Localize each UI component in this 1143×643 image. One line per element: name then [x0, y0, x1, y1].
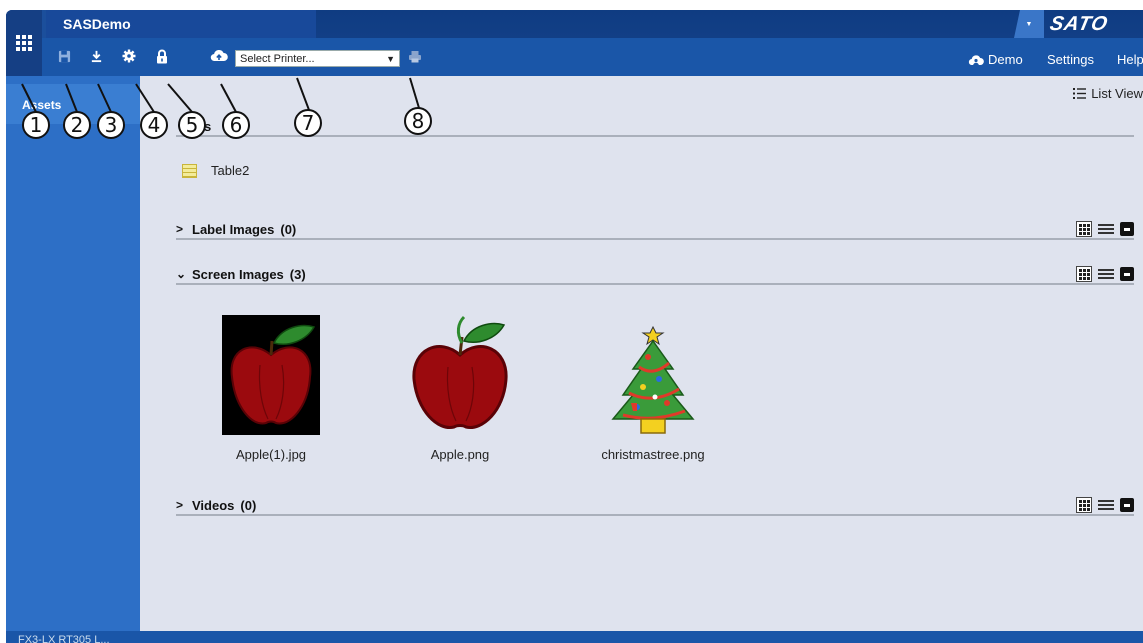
cloud-upload-button[interactable] [209, 46, 229, 66]
apps-grid-button[interactable] [6, 10, 42, 76]
print-button[interactable] [405, 46, 425, 66]
save-button[interactable] [54, 46, 74, 66]
chevron-right-icon: > [176, 498, 184, 512]
settings-button[interactable] [119, 46, 139, 66]
chevron-down-icon: ⌄ [176, 267, 187, 281]
printer-select[interactable]: Select Printer... ▼ [235, 50, 400, 67]
archive-icon[interactable] [1120, 267, 1134, 281]
app-window: SASDemo ▼ SATO Select Printer... ▼ Demo [6, 10, 1143, 643]
apple-image [412, 315, 508, 429]
list-icon [1073, 88, 1087, 99]
section-count: (0) [280, 221, 297, 237]
apps-grid-icon [16, 35, 32, 51]
apple-image [222, 315, 320, 435]
print-icon [409, 50, 421, 62]
printer-select-value: Select Printer... [240, 52, 315, 65]
image-thumbnail[interactable]: Apple.png [408, 315, 512, 462]
label-images-header[interactable]: > Label Images (0) [176, 220, 1134, 240]
callout-badge: 7 [294, 109, 322, 137]
top-bar: SASDemo ▼ SATO Select Printer... ▼ Demo [6, 10, 1143, 76]
videos-header[interactable]: > Videos (0) [176, 496, 1134, 516]
callout-badge: 5 [178, 111, 206, 139]
save-icon [58, 50, 70, 62]
grid-view-icon[interactable] [1076, 497, 1092, 513]
status-bar: FX3-LX RT305 L... [6, 631, 1143, 643]
account-menu[interactable]: Demo [968, 52, 1023, 67]
screen-images-section: ⌄ Screen Images (3) [176, 265, 1134, 285]
section-count: (0) [240, 497, 257, 513]
list-view-icon[interactable] [1098, 224, 1114, 234]
grid-view-icon[interactable] [1076, 221, 1092, 237]
lock-button[interactable] [152, 46, 172, 66]
callout-badge: 2 [63, 111, 91, 139]
list-view-icon[interactable] [1098, 500, 1114, 510]
image-name: Apple.png [430, 447, 490, 462]
chevron-right-icon: > [176, 222, 184, 236]
image-thumbnail[interactable]: christmastree.png [593, 319, 713, 462]
settings-link[interactable]: Settings [1047, 52, 1094, 67]
main-panel: List View s Table2 > Label Images (0) ⌄ … [140, 76, 1143, 631]
cloud-user-icon [968, 54, 984, 65]
list-view-toggle[interactable]: List View [1073, 86, 1143, 101]
archive-icon[interactable] [1120, 498, 1134, 512]
table-name: Table2 [211, 163, 250, 178]
section-count: (3) [289, 266, 306, 282]
sidebar: Assets [6, 76, 140, 643]
section-title: Label Images [192, 221, 275, 237]
list-view-label: List View [1091, 86, 1143, 101]
callout-badge: 1 [22, 111, 50, 139]
list-view-icon[interactable] [1098, 269, 1114, 279]
screen-images-header[interactable]: ⌄ Screen Images (3) [176, 265, 1134, 285]
cloud-upload-icon [210, 49, 228, 62]
chevron-down-icon: ▼ [386, 53, 395, 64]
lock-icon [157, 49, 167, 63]
sidebar-item-label: Assets [22, 98, 62, 112]
help-link[interactable]: Help [1117, 52, 1143, 67]
download-button[interactable] [86, 46, 106, 66]
table-icon [182, 163, 197, 178]
section-title: Videos [192, 497, 235, 513]
status-text: FX3-LX RT305 L... [18, 634, 110, 643]
videos-section: > Videos (0) [176, 496, 1134, 516]
gear-icon [122, 49, 136, 63]
account-label: Demo [988, 52, 1023, 67]
christmas-tree-image [611, 325, 695, 434]
callout-badge: 6 [222, 111, 250, 139]
image-name: Apple(1).jpg [235, 447, 307, 462]
archive-icon[interactable] [1120, 222, 1134, 236]
image-thumbnail[interactable]: Apple(1).jpg [222, 315, 320, 462]
grid-view-icon[interactable] [1076, 266, 1092, 282]
sato-logo: SATO [1047, 13, 1111, 35]
callout-badge: 3 [97, 111, 125, 139]
download-icon [91, 50, 101, 62]
section-title: Screen Images [192, 266, 284, 282]
label-images-section: > Label Images (0) [176, 220, 1134, 240]
image-name: christmastree.png [601, 447, 705, 462]
table-item[interactable]: Table2 [182, 163, 249, 178]
callout-badge: 8 [404, 107, 432, 135]
callout-badge: 4 [140, 111, 168, 139]
app-title: SASDemo [63, 16, 131, 32]
